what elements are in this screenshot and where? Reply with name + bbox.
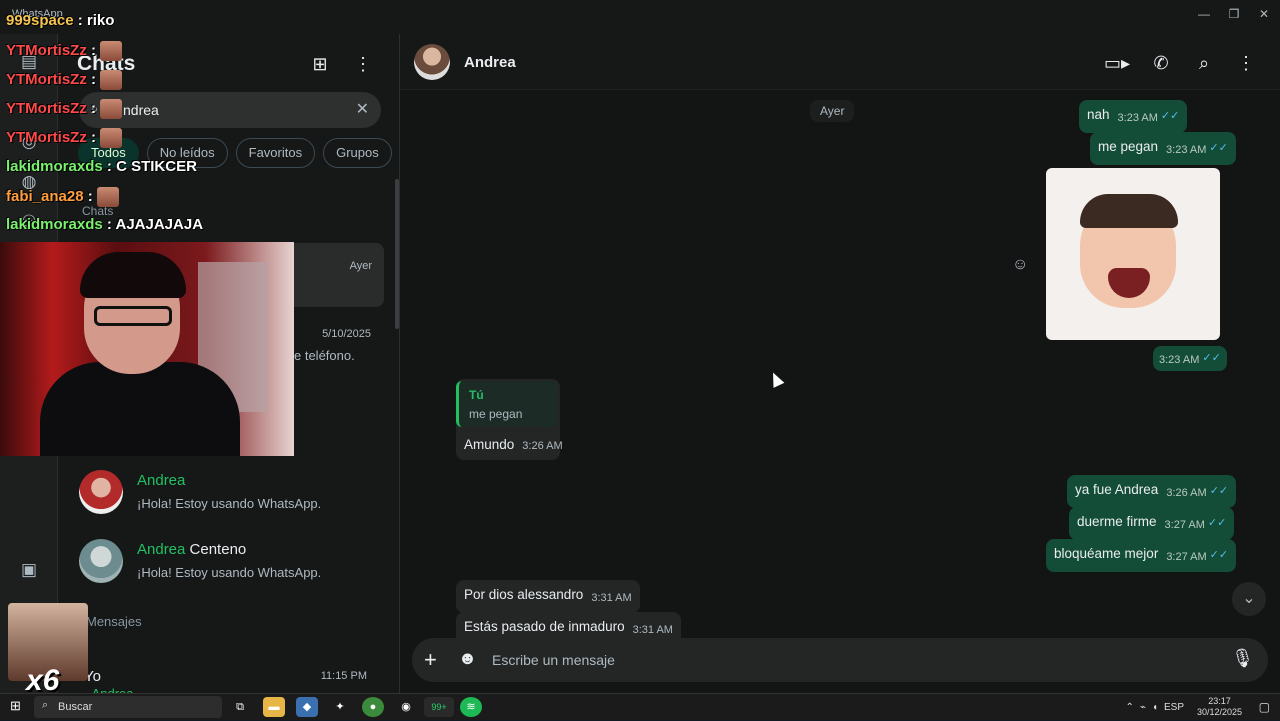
stream-chat-line: lakidmoraxds : C STIKCER: [6, 158, 197, 175]
clear-search-icon[interactable]: ✕: [356, 99, 369, 119]
date-divider: Ayer: [810, 100, 855, 122]
outgoing-message[interactable]: bloquéame mejor 3:27 AM ✓✓: [1046, 539, 1237, 572]
contact-row[interactable]: Andrea Centeno ¡Hola! Estoy usando Whats…: [58, 527, 400, 595]
search-box[interactable]: ⌕ ✕: [79, 92, 381, 128]
stream-chat-line: YTMortisZz :: [6, 99, 123, 119]
chat-menu-icon[interactable]: ⋮: [1233, 50, 1259, 76]
search-input[interactable]: [123, 92, 343, 128]
chip-grupos[interactable]: Grupos: [323, 138, 392, 168]
notification-icon[interactable]: ▢: [1259, 700, 1270, 714]
microphone-icon[interactable]: 🎙: [1231, 648, 1254, 669]
whatsapp-window: WhatsApp — ❐ ✕ ▤ ◎ ◍ ⚇ ▣ Chats ⊞ ⋮ ⌕ ✕ T…: [0, 0, 1280, 701]
contact-name-header[interactable]: Andrea: [464, 54, 516, 71]
app-icon[interactable]: ◉: [395, 697, 417, 717]
webcam-overlay: [0, 242, 294, 456]
contact-row[interactable]: Andrea ¡Hola! Estoy usando WhatsApp.: [58, 458, 400, 526]
message-composer: + ☻ 🎙: [412, 638, 1268, 682]
taskbar-search[interactable]: ⌕ Buscar: [34, 696, 222, 718]
spotify-icon[interactable]: ≋: [460, 697, 482, 717]
contact-status: ¡Hola! Estoy usando WhatsApp.: [137, 496, 322, 511]
app-icon[interactable]: ✦: [329, 697, 351, 717]
chat-header[interactable]: Andrea ▭▸ ✆ ⌕ ⋮: [400, 34, 1280, 90]
menu-icon[interactable]: ⋮: [351, 52, 375, 76]
chat-row-preview: e teléfono.: [294, 348, 355, 363]
message-input[interactable]: [492, 638, 1172, 682]
quoted-author: Tú: [469, 388, 484, 402]
image-message[interactable]: [1046, 168, 1220, 340]
attach-plus-icon[interactable]: +: [424, 647, 437, 673]
video-call-icon[interactable]: ▭▸: [1104, 50, 1130, 76]
search-icon: ⌕: [42, 699, 49, 711]
scroll-down-button[interactable]: ⌄: [1232, 582, 1266, 616]
message-row-time: 11:15 PM: [320, 670, 367, 682]
chip-favoritos[interactable]: Favoritos: [235, 138, 316, 168]
quoted-message[interactable]: Tú me pegan: [456, 381, 558, 427]
quoted-text: me pegan: [469, 407, 523, 421]
emote-icon: [100, 99, 123, 119]
chrome-icon[interactable]: ●: [362, 697, 384, 717]
windows-taskbar: ⊞ ⌕ Buscar ⧉ ▬ ◆ ✦ ● ◉ 99+ ≋ ⌃ ⌁ ◖ ESP 2…: [0, 693, 1280, 720]
stream-chat-line: YTMortisZz :: [6, 41, 123, 61]
chat-row-date: 5/10/2025: [322, 328, 371, 340]
avatar: [79, 539, 123, 583]
tray-volume-icon[interactable]: ◖: [1152, 702, 1158, 713]
chat-row-time: Ayer: [349, 260, 372, 272]
task-view-icon[interactable]: ⧉: [229, 697, 251, 717]
minimize-button[interactable]: —: [1190, 4, 1218, 24]
voice-call-icon[interactable]: ✆: [1148, 50, 1174, 76]
photo-hair: [1080, 194, 1178, 228]
outgoing-message[interactable]: ya fue Andrea 3:26 AM ✓✓: [1067, 475, 1237, 508]
webcam-person-body: [40, 362, 240, 456]
outgoing-message[interactable]: me pegan 3:23 AM ✓✓: [1090, 132, 1236, 165]
reply-body: Amundo 3:26 AM: [464, 437, 563, 452]
contact-avatar[interactable]: [414, 44, 450, 80]
webcam-glasses: [94, 306, 172, 326]
contact-name: Andrea Centeno: [137, 541, 247, 558]
app-icon[interactable]: ◆: [296, 697, 318, 717]
media-icon[interactable]: ▣: [17, 558, 41, 582]
outgoing-message[interactable]: nah 3:23 AM ✓✓: [1079, 100, 1188, 133]
tray-network-icon[interactable]: ⌁: [1140, 702, 1146, 713]
emote-icon: [100, 41, 123, 61]
title-bar: WhatsApp — ❐ ✕: [0, 0, 1280, 34]
stream-chat-line: YTMortisZz :: [6, 70, 123, 90]
contact-status: ¡Hola! Estoy usando WhatsApp.: [137, 565, 322, 580]
whatsapp-taskbar-icon[interactable]: 99+: [424, 697, 454, 717]
close-window-button[interactable]: ✕: [1250, 4, 1278, 24]
emoji-reaction-icon[interactable]: ☺: [1012, 256, 1028, 274]
contact-name: Andrea: [137, 472, 186, 489]
emote-icon: [96, 187, 119, 207]
image-timestamp: 3:23 AM ✓✓: [1153, 346, 1227, 371]
stream-chat-line: lakidmoraxds : AJAJAJAJA: [6, 216, 204, 233]
conversation-panel: Andrea ▭▸ ✆ ⌕ ⋮ Ayer nah 3:23 AM ✓✓ me peg…: [400, 34, 1280, 693]
taskbar-clock[interactable]: 23:17 30/12/2025: [1197, 696, 1242, 718]
avatar: [79, 470, 123, 514]
sticker-icon[interactable]: ☻: [458, 648, 477, 669]
maximize-button[interactable]: ❐: [1220, 4, 1248, 24]
stream-chat-line: 999space : riko: [6, 12, 115, 29]
tray-chevron-icon[interactable]: ⌃: [1126, 702, 1134, 713]
outgoing-message[interactable]: duerme firme 3:27 AM ✓✓: [1069, 507, 1235, 540]
windows-start-icon[interactable]: ⊞: [10, 699, 24, 713]
webcam-person-hair: [80, 252, 186, 298]
incoming-message[interactable]: Por dios alessandro 3:31 AM: [456, 580, 640, 613]
emote-icon: [100, 128, 123, 148]
taskbar-search-label: Buscar: [58, 701, 93, 713]
new-chat-icon[interactable]: ⊞: [308, 52, 332, 76]
tray-language[interactable]: ESP: [1164, 702, 1184, 713]
section-messages-label: Mensajes: [86, 614, 142, 629]
emote-icon: [100, 70, 123, 90]
sidebar-scrollbar[interactable]: [395, 179, 399, 329]
file-explorer-icon[interactable]: ▬: [263, 697, 285, 717]
stream-chat-line: YTMortisZz :: [6, 128, 123, 148]
search-icon[interactable]: ⌕: [1191, 50, 1217, 76]
stream-chat-line: fabi_ana28 :: [6, 187, 119, 207]
